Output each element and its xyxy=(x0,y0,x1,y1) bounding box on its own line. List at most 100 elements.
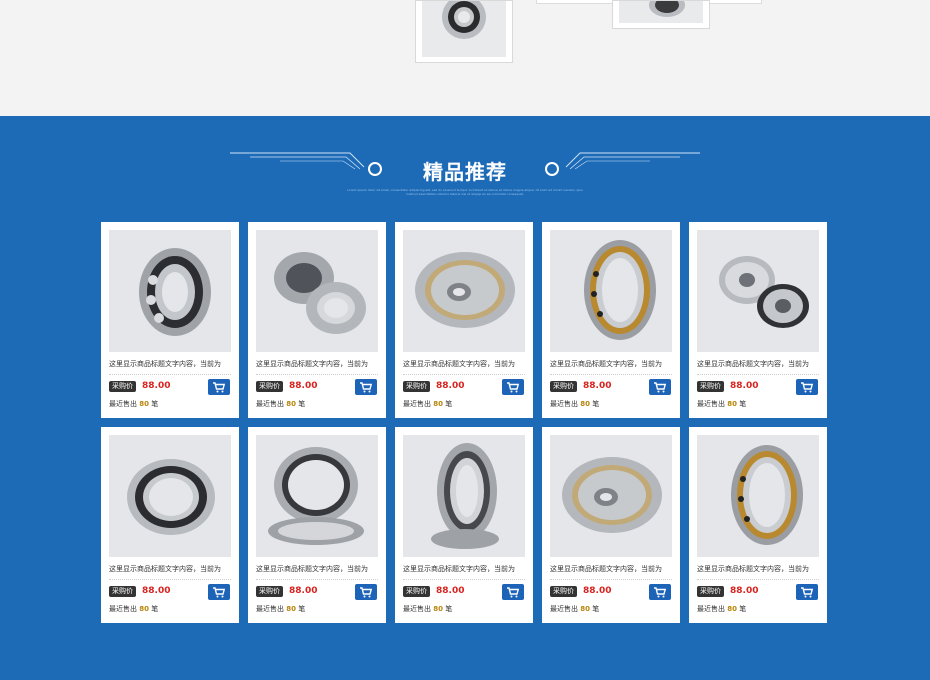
product-image[interactable] xyxy=(550,435,672,557)
product-title[interactable]: 这里显示商品标题文字内容，当前为 xyxy=(109,359,233,369)
product-image[interactable] xyxy=(550,230,672,352)
price-tag: 采购价 xyxy=(256,586,283,597)
add-to-cart-button[interactable] xyxy=(649,584,671,600)
product-card[interactable]: 这里显示商品标题文字内容，当前为 采购价 88.00 最近售出 80 笔 xyxy=(248,427,386,623)
cart-icon xyxy=(654,382,667,393)
product-title[interactable]: 这里显示商品标题文字内容，当前为 xyxy=(697,564,821,574)
cart-icon xyxy=(507,382,520,393)
cart-icon xyxy=(654,587,667,598)
sold-label: 最近售出 xyxy=(697,605,725,613)
add-to-cart-button[interactable] xyxy=(355,584,377,600)
product-title[interactable]: 这里显示商品标题文字内容，当前为 xyxy=(550,564,674,574)
sold-label: 最近售出 xyxy=(109,605,137,613)
price-tag: 采购价 xyxy=(697,586,724,597)
product-image[interactable] xyxy=(109,230,231,352)
product-title[interactable]: 这里显示商品标题文字内容，当前为 xyxy=(256,564,380,574)
sales-info: 最近售出 80 笔 xyxy=(256,399,305,409)
product-card[interactable]: 这里显示商品标题文字内容，当前为 采购价 88.00 最近售出 80 笔 xyxy=(689,222,827,418)
sales-info: 最近售出 80 笔 xyxy=(550,604,599,614)
product-title[interactable]: 这里显示商品标题文字内容，当前为 xyxy=(256,359,380,369)
sold-count: 80 xyxy=(580,605,590,613)
sold-unit: 笔 xyxy=(445,400,453,408)
product-card[interactable]: 这里显示商品标题文字内容，当前为 采购价 88.00 最近售出 80 笔 xyxy=(689,427,827,623)
product-image[interactable] xyxy=(109,435,231,557)
price: 88.00 xyxy=(142,381,171,391)
add-to-cart-button[interactable] xyxy=(208,584,230,600)
divider xyxy=(256,374,378,375)
divider xyxy=(109,374,231,375)
add-to-cart-button[interactable] xyxy=(502,379,524,395)
product-title[interactable]: 这里显示商品标题文字内容，当前为 xyxy=(697,359,821,369)
sold-label: 最近售出 xyxy=(550,400,578,408)
price-tag: 采购价 xyxy=(256,381,283,392)
price-tag: 采购价 xyxy=(403,381,430,392)
price: 88.00 xyxy=(730,381,759,391)
divider xyxy=(550,374,672,375)
price: 88.00 xyxy=(289,381,318,391)
product-title[interactable]: 这里显示商品标题文字内容，当前为 xyxy=(403,564,527,574)
product-card[interactable]: 这里显示商品标题文字内容，当前为 采购价 88.00 最近售出 80 笔 xyxy=(101,222,239,418)
product-image[interactable] xyxy=(256,435,378,557)
thumbnail-card[interactable] xyxy=(612,0,710,29)
price: 88.00 xyxy=(436,586,465,596)
sales-info: 最近售出 80 笔 xyxy=(109,604,158,614)
price-tag: 采购价 xyxy=(109,381,136,392)
price-tag: 采购价 xyxy=(109,586,136,597)
divider xyxy=(256,579,378,580)
sold-unit: 笔 xyxy=(151,605,159,613)
price-tag: 采购价 xyxy=(550,381,577,392)
sold-count: 80 xyxy=(286,605,296,613)
add-to-cart-button[interactable] xyxy=(796,379,818,395)
price: 88.00 xyxy=(142,586,171,596)
cart-icon xyxy=(213,382,226,393)
product-image[interactable] xyxy=(403,435,525,557)
sold-label: 最近售出 xyxy=(403,605,431,613)
product-image[interactable] xyxy=(697,435,819,557)
add-to-cart-button[interactable] xyxy=(502,584,524,600)
product-image[interactable] xyxy=(403,230,525,352)
previous-section xyxy=(0,0,930,116)
product-image xyxy=(422,0,506,57)
price-tag: 采购价 xyxy=(403,586,430,597)
price: 88.00 xyxy=(583,381,612,391)
add-to-cart-button[interactable] xyxy=(796,584,818,600)
sales-info: 最近售出 80 笔 xyxy=(256,604,305,614)
sales-info: 最近售出 80 笔 xyxy=(697,604,746,614)
sold-label: 最近售出 xyxy=(256,400,284,408)
product-card[interactable]: 这里显示商品标题文字内容，当前为 采购价 88.00 最近售出 80 笔 xyxy=(542,427,680,623)
price: 88.00 xyxy=(289,586,318,596)
product-card[interactable]: 这里显示商品标题文字内容，当前为 采购价 88.00 最近售出 80 笔 xyxy=(248,222,386,418)
product-image[interactable] xyxy=(256,230,378,352)
cart-icon xyxy=(360,587,373,598)
product-card[interactable]: 这里显示商品标题文字内容，当前为 采购价 88.00 最近售出 80 笔 xyxy=(101,427,239,623)
sold-label: 最近售出 xyxy=(550,605,578,613)
product-card[interactable]: 这里显示商品标题文字内容，当前为 采购价 88.00 最近售出 80 笔 xyxy=(395,427,533,623)
add-to-cart-button[interactable] xyxy=(649,379,671,395)
price-tag: 采购价 xyxy=(697,381,724,392)
sold-count: 80 xyxy=(286,400,296,408)
divider xyxy=(550,579,672,580)
sold-count: 80 xyxy=(139,400,149,408)
divider xyxy=(697,374,819,375)
cart-icon xyxy=(507,587,520,598)
sold-count: 80 xyxy=(727,605,737,613)
sold-count: 80 xyxy=(727,400,737,408)
sold-label: 最近售出 xyxy=(403,400,431,408)
sold-unit: 笔 xyxy=(298,400,306,408)
divider xyxy=(109,579,231,580)
sales-info: 最近售出 80 笔 xyxy=(109,399,158,409)
product-image[interactable] xyxy=(697,230,819,352)
add-to-cart-button[interactable] xyxy=(208,379,230,395)
price: 88.00 xyxy=(436,381,465,391)
product-title[interactable]: 这里显示商品标题文字内容，当前为 xyxy=(550,359,674,369)
product-card[interactable]: 这里显示商品标题文字内容，当前为 采购价 88.00 最近售出 80 笔 xyxy=(542,222,680,418)
product-image xyxy=(619,0,703,23)
product-card[interactable]: 这里显示商品标题文字内容，当前为 采购价 88.00 最近售出 80 笔 xyxy=(395,222,533,418)
thumbnail-card[interactable] xyxy=(415,0,513,63)
sold-unit: 笔 xyxy=(298,605,306,613)
add-to-cart-button[interactable] xyxy=(355,379,377,395)
cart-icon xyxy=(801,382,814,393)
product-title[interactable]: 这里显示商品标题文字内容，当前为 xyxy=(403,359,527,369)
product-title[interactable]: 这里显示商品标题文字内容，当前为 xyxy=(109,564,233,574)
sold-label: 最近售出 xyxy=(256,605,284,613)
